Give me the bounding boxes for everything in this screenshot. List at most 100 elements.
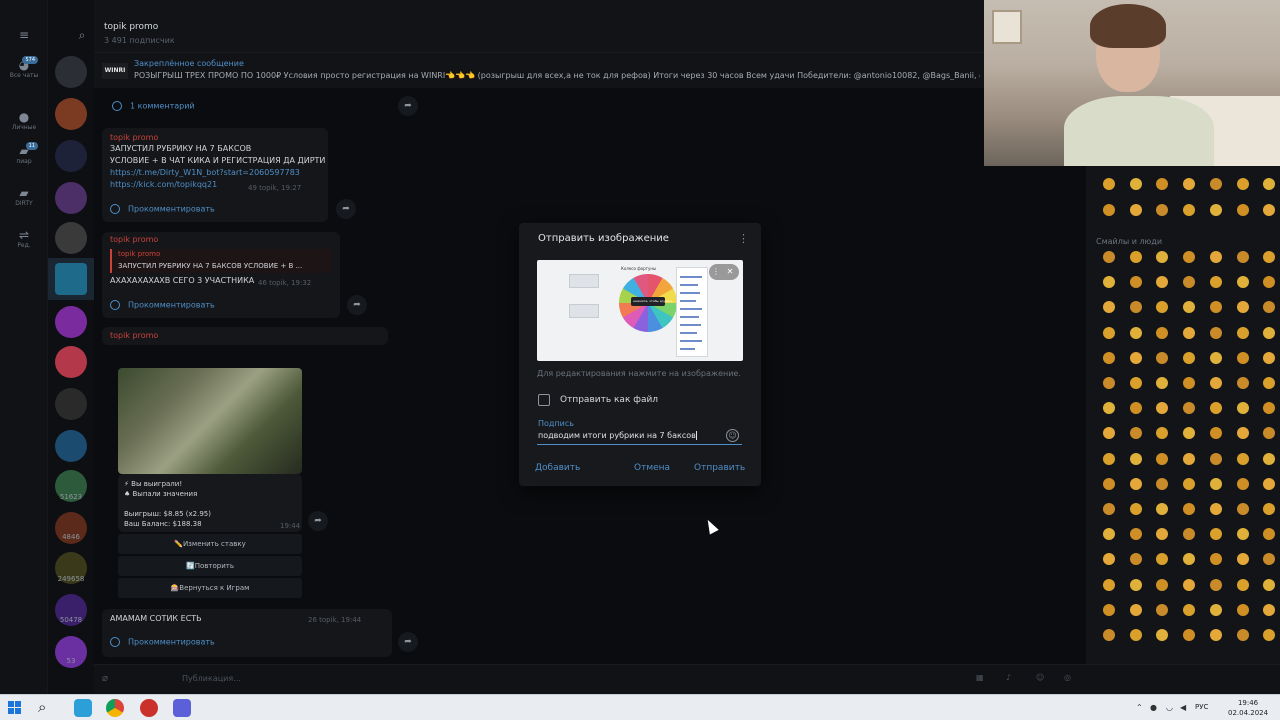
emoji-item[interactable] xyxy=(1263,528,1275,540)
emoji-item[interactable] xyxy=(1210,178,1222,190)
emoji-item[interactable] xyxy=(1103,276,1115,288)
emoji-item[interactable] xyxy=(1263,377,1275,389)
emoji-item[interactable] xyxy=(1103,178,1115,190)
emoji-item[interactable] xyxy=(1156,427,1168,439)
emoji-item[interactable] xyxy=(1130,178,1142,190)
emoji-item[interactable] xyxy=(1103,251,1115,263)
emoji-item[interactable] xyxy=(1130,276,1142,288)
emoji-item[interactable] xyxy=(1130,503,1142,515)
send-as-file-checkbox[interactable] xyxy=(538,394,550,406)
emoji-item[interactable] xyxy=(1156,204,1168,216)
emoji-picker-icon[interactable]: ☺ xyxy=(726,429,739,442)
emoji-item[interactable] xyxy=(1103,402,1115,414)
emoji-item[interactable] xyxy=(1156,251,1168,263)
emoji-item[interactable] xyxy=(1263,579,1275,591)
emoji-item[interactable] xyxy=(1183,178,1195,190)
comment-button[interactable]: Прокомментировать xyxy=(110,300,215,310)
emoji-item[interactable] xyxy=(1263,604,1275,616)
folder-dirty[interactable]: ▰ DIRTY xyxy=(6,186,42,207)
emoji-item[interactable] xyxy=(1183,478,1195,490)
share-button[interactable]: ➦ xyxy=(398,632,418,652)
chat-avatar[interactable] xyxy=(55,222,87,254)
emoji-item[interactable] xyxy=(1103,327,1115,339)
emoji-item[interactable] xyxy=(1183,327,1195,339)
emoji-item[interactable] xyxy=(1210,629,1222,641)
emoji-item[interactable] xyxy=(1263,301,1275,313)
back-to-games-button[interactable]: 🎰Вернуться к Играм xyxy=(118,578,302,598)
volume-icon[interactable]: ◀ xyxy=(1180,703,1186,712)
pinned-message-bar[interactable]: WINRI Закреплённое сообщение РОЗЫГРЫШ ТР… xyxy=(94,52,984,88)
emoji-item[interactable] xyxy=(1237,377,1249,389)
emoji-item[interactable] xyxy=(1237,251,1249,263)
image-preview[interactable]: Колесо фортуны нажмите, чтобы крутить ⋮ ✕ xyxy=(537,260,743,361)
emoji-item[interactable] xyxy=(1130,604,1142,616)
emoji-item[interactable] xyxy=(1183,503,1195,515)
emoji-item[interactable] xyxy=(1237,629,1249,641)
emoji-item[interactable] xyxy=(1183,579,1195,591)
emoji-item[interactable] xyxy=(1156,402,1168,414)
wifi-icon[interactable]: ◡ xyxy=(1166,703,1173,712)
emoji-item[interactable] xyxy=(1210,453,1222,465)
emoji-item[interactable] xyxy=(1103,301,1115,313)
emoji-item[interactable] xyxy=(1183,553,1195,565)
emoji-icon[interactable]: ☺ xyxy=(1036,673,1044,682)
emoji-item[interactable] xyxy=(1263,352,1275,364)
emoji-item[interactable] xyxy=(1183,301,1195,313)
chat-avatar[interactable] xyxy=(55,98,87,130)
game-result-image[interactable] xyxy=(118,368,302,474)
comment-button[interactable]: Прокомментировать xyxy=(110,204,215,214)
folder-edit[interactable]: ⇌ Ред. xyxy=(6,228,42,249)
tray-chevron-icon[interactable]: ⌃ xyxy=(1136,703,1143,712)
emoji-item[interactable] xyxy=(1130,478,1142,490)
emoji-item[interactable] xyxy=(1210,327,1222,339)
emoji-item[interactable] xyxy=(1237,327,1249,339)
add-button[interactable]: Добавить xyxy=(535,463,580,473)
emoji-item[interactable] xyxy=(1183,427,1195,439)
caption-input[interactable]: подводим итоги рубрики на 7 баксов xyxy=(538,431,716,440)
emoji-item[interactable] xyxy=(1156,478,1168,490)
reply-quote[interactable]: topik promo ЗАПУСТИЛ РУБРИКУ НА 7 БАКСОВ… xyxy=(110,249,332,273)
emoji-item[interactable] xyxy=(1263,204,1275,216)
emoji-item[interactable] xyxy=(1263,427,1275,439)
emoji-item[interactable] xyxy=(1237,478,1249,490)
emoji-item[interactable] xyxy=(1210,553,1222,565)
emoji-item[interactable] xyxy=(1237,553,1249,565)
bot-menu-icon[interactable]: ◎ xyxy=(1064,673,1071,682)
emoji-item[interactable] xyxy=(1130,427,1142,439)
chat-avatar[interactable] xyxy=(55,430,87,462)
emoji-item[interactable] xyxy=(1103,553,1115,565)
emoji-item[interactable] xyxy=(1183,402,1195,414)
emoji-item[interactable] xyxy=(1183,453,1195,465)
emoji-item[interactable] xyxy=(1210,427,1222,439)
emoji-item[interactable] xyxy=(1130,377,1142,389)
emoji-item[interactable] xyxy=(1156,352,1168,364)
emoji-item[interactable] xyxy=(1130,402,1142,414)
emoji-item[interactable] xyxy=(1183,377,1195,389)
emoji-item[interactable] xyxy=(1237,204,1249,216)
emoji-item[interactable] xyxy=(1156,604,1168,616)
emoji-item[interactable] xyxy=(1130,453,1142,465)
emoji-item[interactable] xyxy=(1263,553,1275,565)
emoji-item[interactable] xyxy=(1183,352,1195,364)
schedule-icon[interactable]: ▦ xyxy=(976,673,984,682)
emoji-item[interactable] xyxy=(1103,352,1115,364)
chat-avatar[interactable] xyxy=(55,56,87,88)
chat-avatar[interactable] xyxy=(55,306,87,338)
chat-avatar[interactable] xyxy=(55,388,87,420)
share-button[interactable]: ➦ xyxy=(336,199,356,219)
emoji-item[interactable] xyxy=(1183,528,1195,540)
emoji-item[interactable] xyxy=(1156,579,1168,591)
emoji-item[interactable] xyxy=(1263,276,1275,288)
emoji-item[interactable] xyxy=(1237,352,1249,364)
emoji-item[interactable] xyxy=(1130,579,1142,591)
bell-icon[interactable]: ♪ xyxy=(1006,673,1011,682)
change-bet-button[interactable]: ✏️Изменить ставку xyxy=(118,534,302,554)
emoji-item[interactable] xyxy=(1237,301,1249,313)
cancel-button[interactable]: Отмена xyxy=(634,463,670,473)
emoji-item[interactable] xyxy=(1210,604,1222,616)
windows-start-icon[interactable] xyxy=(8,701,22,715)
send-as-file-label[interactable]: Отправить как файл xyxy=(560,395,658,405)
emoji-item[interactable] xyxy=(1237,604,1249,616)
emoji-item[interactable] xyxy=(1103,528,1115,540)
emoji-item[interactable] xyxy=(1263,478,1275,490)
